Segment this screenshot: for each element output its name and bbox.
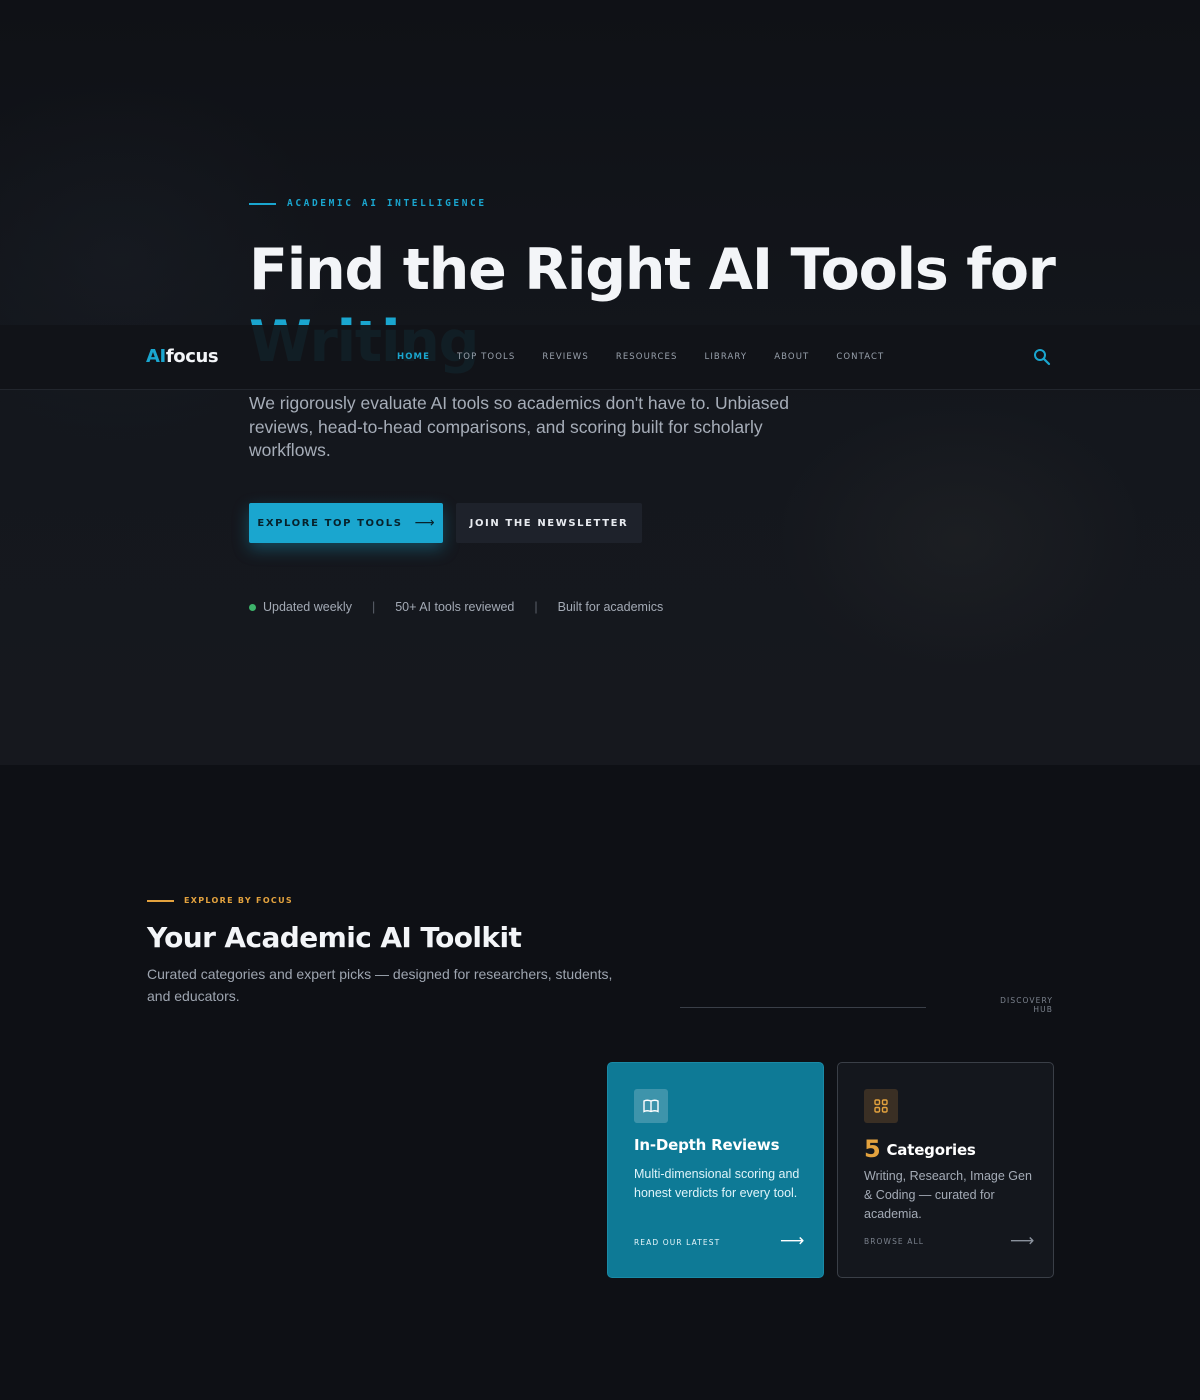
section-title: Your Academic AI Toolkit — [147, 921, 522, 954]
categories-label: Categories — [886, 1141, 976, 1159]
hub-divider — [680, 1007, 926, 1008]
nav-menu: HOME TOP TOOLS REVIEWS RESOURCES LIBRARY… — [397, 352, 911, 362]
book-icon — [634, 1089, 668, 1123]
categories-card-title: 5 Categories — [864, 1135, 976, 1163]
reviews-card-text: Multi-dimensional scoring and honest ver… — [634, 1167, 800, 1200]
nav-item-reviews[interactable]: REVIEWS — [542, 352, 588, 362]
hero-eyebrow: ACADEMIC AI INTELLIGENCE — [249, 198, 487, 209]
hero-description: We rigorously evaluate AI tools so acade… — [249, 393, 789, 460]
hero-stats: Updated weekly | 50+ AI tools reviewed |… — [249, 598, 663, 616]
browse-all-link[interactable]: BROWSE ALL — [864, 1237, 924, 1246]
stat-audience: Built for academics — [557, 600, 664, 614]
site-logo[interactable]: AIfocus — [146, 346, 219, 367]
section-kicker: EXPLORE BY FOCUS — [147, 896, 293, 905]
discovery-hub-label: DISCOVERY HUB — [1000, 996, 1053, 1014]
nav-item-resources[interactable]: RESOURCES — [616, 352, 678, 362]
nav-item-contact[interactable]: CONTACT — [836, 352, 884, 362]
reviews-card-title: In-Depth Reviews — [634, 1136, 780, 1154]
categories-card[interactable]: 5 Categories Writing, Research, Image Gen… — [837, 1062, 1054, 1278]
reviews-card[interactable]: In-Depth Reviews Multi-dimensional scori… — [607, 1062, 824, 1278]
stat-separator: | — [371, 600, 376, 614]
eyebrow-text: ACADEMIC AI INTELLIGENCE — [287, 198, 487, 209]
section-subtitle: Curated categories and expert picks — de… — [147, 966, 613, 1004]
arrow-right-icon: ⟶ — [414, 515, 435, 531]
stat-separator: | — [534, 600, 538, 614]
top-navigation: AIfocus HOME TOP TOOLS REVIEWS RESOURCES… — [0, 325, 1200, 390]
stat-updated: Updated weekly — [263, 600, 352, 614]
kicker-text: EXPLORE BY FOCUS — [184, 896, 293, 905]
eyebrow-line — [249, 202, 276, 205]
explore-button-label: EXPLORE TOP TOOLS — [257, 517, 403, 529]
nav-item-top-tools[interactable]: TOP TOOLS — [457, 352, 515, 362]
kicker-line — [147, 899, 174, 902]
arrow-right-icon: ⟶ — [1010, 1231, 1035, 1251]
search-icon[interactable] — [1033, 348, 1051, 366]
join-newsletter-button[interactable]: JOIN THE NEWSLETTER — [456, 503, 642, 543]
grid-icon — [864, 1089, 898, 1123]
nav-item-home[interactable]: HOME — [397, 352, 430, 362]
nav-item-library[interactable]: LIBRARY — [704, 352, 747, 362]
explore-top-tools-button[interactable]: EXPLORE TOP TOOLS ⟶ — [249, 503, 443, 543]
categories-card-text: Writing, Research, Image Gen & Coding — … — [864, 1169, 1032, 1221]
arrow-right-icon: ⟶ — [780, 1231, 805, 1251]
logo-ai: AI — [146, 346, 166, 367]
newsletter-button-label: JOIN THE NEWSLETTER — [469, 517, 629, 529]
categories-count: 5 — [864, 1135, 881, 1163]
read-latest-link[interactable]: READ OUR LATEST — [634, 1238, 720, 1247]
logo-focus: focus — [165, 346, 219, 367]
headline-text: Find the Right AI Tools for — [249, 237, 1056, 303]
stat-tools-count: 50+ AI tools reviewed — [395, 600, 515, 614]
status-dot-icon — [249, 603, 256, 611]
nav-item-about[interactable]: ABOUT — [774, 352, 809, 362]
